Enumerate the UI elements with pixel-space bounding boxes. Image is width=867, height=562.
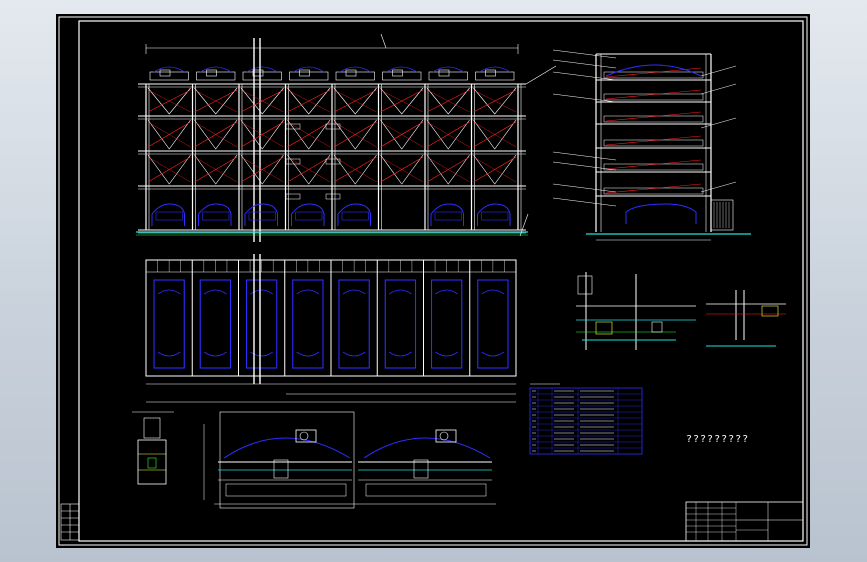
car-trunk [481,351,505,357]
cad-drawing [58,16,808,546]
binding-strip [60,503,80,541]
det1-box [651,321,663,333]
balloon-leader [552,59,617,69]
ground-car-front [337,203,371,226]
title-block [685,501,804,542]
car-windshield [434,211,462,221]
det1-motor [577,275,593,295]
side-brace [605,135,702,146]
motor-box [438,69,450,77]
roof-car-outline [200,66,232,73]
motor-box [159,69,171,77]
drive-car-outline [363,437,491,459]
side-brace [605,159,702,170]
balloon-leader [552,151,617,161]
balloon-leader [552,197,617,207]
drive-pallet [365,483,487,497]
side-brace [605,89,702,100]
car-windshield [481,211,509,221]
motor-box [392,69,403,77]
car-hood [435,289,458,295]
pallet [603,115,704,123]
car-hood [157,289,181,295]
ground-car-front [244,203,278,226]
hoist-box [325,158,341,165]
ground-car-front [477,203,511,226]
top-car-side [605,64,702,77]
side-elevation [552,49,751,241]
car-windshield [248,211,276,221]
car-trunk [157,351,181,357]
car-hood [296,289,320,295]
motor-pulley [299,431,309,441]
car-windshield [155,211,183,221]
ground-car-front [151,203,185,226]
side-brace [605,67,702,78]
hoist-box [325,123,341,130]
roof-car-outline [153,66,185,73]
section-detail [137,439,167,485]
cad-viewport[interactable]: ????????? [0,0,867,562]
car-hood [481,289,505,295]
car-windshield [202,211,230,221]
drive-unit-detail [203,411,496,509]
car-hood [204,289,227,295]
pallet [603,71,704,79]
front-elevation [136,33,557,242]
side-stair [710,199,734,231]
car-windshield [295,211,323,221]
pallet [603,93,704,101]
balloon-leader [552,93,617,103]
parts-table [529,383,643,455]
pallet [603,187,704,195]
drive-gear [413,459,429,479]
side-brace [605,111,702,122]
leader-12 [380,33,387,49]
plan-view [145,254,517,403]
drive-gear [273,459,289,479]
roof-car-outline [479,66,511,73]
roof-car-outline [386,66,418,73]
drive-car-outline [223,437,351,459]
roof-car-outline [432,66,464,73]
ground-car-front [291,203,325,226]
hoist-box [325,193,341,200]
pallet [603,139,704,147]
balloon-leader [552,161,617,171]
car-trunk [204,351,227,357]
det2-box [761,305,779,317]
drawing-note: ????????? [686,434,750,445]
car-hood [342,289,366,295]
drive-pallet [225,483,347,497]
motor-box [345,69,357,77]
roof-car-outline [246,66,278,73]
car-trunk [342,351,366,357]
inner-border [78,20,804,542]
roof-car-outline [339,66,371,73]
car-windshield [341,211,369,221]
ground-car-front [430,203,464,226]
motor-box [299,69,310,77]
motor-box [485,69,496,77]
drawing-sheet: ????????? [56,14,810,548]
hoist-box [285,193,301,200]
motor-box [206,69,217,77]
side-brace [605,183,702,194]
car-trunk [435,351,458,357]
pallet [603,163,704,171]
leader-line [525,65,557,85]
outer-frame [58,16,808,546]
car-hood [389,289,412,295]
car-trunk [296,351,320,357]
ground-car-front [198,203,232,226]
section-top [143,417,161,439]
section-core [147,457,157,469]
car-trunk [389,351,412,357]
roof-car-outline [293,66,325,73]
ground-car-side [625,203,697,224]
motor-pulley [439,431,449,441]
